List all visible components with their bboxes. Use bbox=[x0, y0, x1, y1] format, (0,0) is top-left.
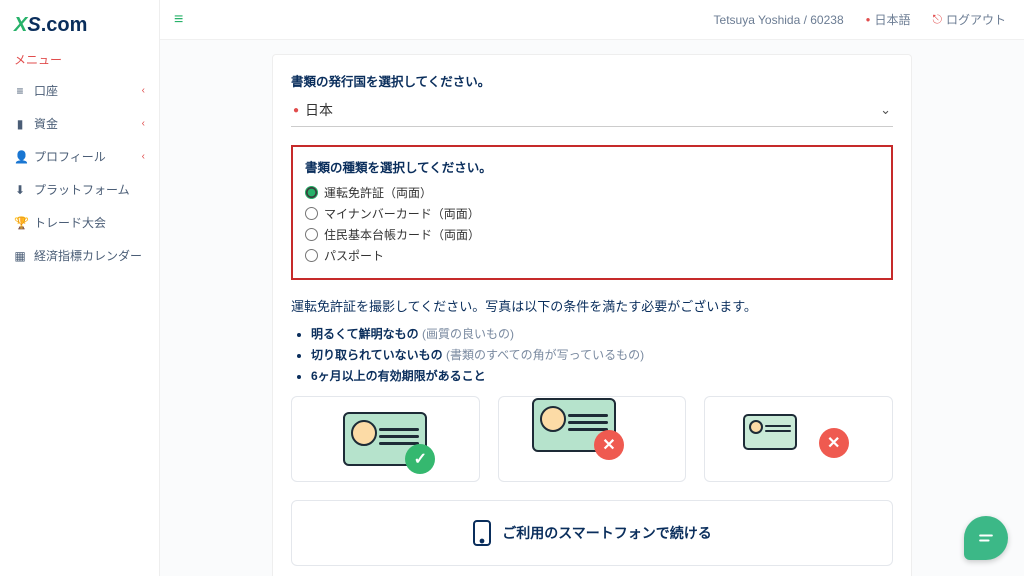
requirements-list: 明るくて鮮明なもの (画質の良いもの) 切り取られていないもの (書類のすべての… bbox=[291, 325, 893, 384]
continue-on-phone-button[interactable]: ご利用のスマートフォンで続ける bbox=[291, 500, 893, 566]
chat-icon bbox=[976, 528, 996, 548]
instruction-text: 運転免許証を撮影してください。写真は以下の条件を満たす必要がございます。 bbox=[291, 296, 893, 315]
requirement-item: 切り取られていないもの (書類のすべての角が写っているもの) bbox=[311, 346, 893, 363]
checkmark-icon: ✓ bbox=[405, 444, 435, 474]
required-dot-icon: ● bbox=[293, 105, 299, 116]
example-good: ✓ bbox=[291, 396, 480, 482]
chevron-left-icon: ‹ bbox=[142, 151, 145, 162]
sidebar-item-label: 口座 bbox=[34, 82, 58, 99]
sidebar-item-account[interactable]: ≡ 口座 ‹ bbox=[0, 74, 159, 107]
chevron-left-icon: ‹ bbox=[142, 85, 145, 96]
dot-icon: ● bbox=[866, 15, 871, 24]
radio-label: 住民基本台帳カード（両面） bbox=[324, 226, 480, 243]
radio-input[interactable] bbox=[305, 249, 318, 262]
example-images: ✓ ✕ bbox=[291, 396, 893, 482]
radio-input[interactable] bbox=[305, 207, 318, 220]
download-icon: ⬇ bbox=[14, 183, 26, 197]
logout-icon: ⎋ bbox=[932, 12, 942, 27]
radio-label: 運転免許証（両面） bbox=[324, 184, 432, 201]
cross-icon: ✕ bbox=[594, 430, 624, 460]
language-label: 日本語 bbox=[874, 11, 910, 28]
example-toosmall: ✕ bbox=[704, 396, 893, 482]
cross-icon: ✕ bbox=[819, 428, 849, 458]
id-card-icon bbox=[743, 414, 797, 450]
trophy-icon: 🏆 bbox=[14, 216, 26, 230]
radio-residence-card[interactable]: 住民基本台帳カード（両面） bbox=[305, 224, 879, 245]
radio-label: マイナンバーカード（両面） bbox=[324, 205, 480, 222]
wallet-icon: ▮ bbox=[14, 117, 26, 131]
main: ≡ Tetsuya Yoshida / 60238 ●日本語 ⎋ログアウト 書類… bbox=[160, 0, 1024, 576]
country-label: 書類の発行国を選択してください。 bbox=[291, 71, 893, 90]
radio-input[interactable] bbox=[305, 228, 318, 241]
country-select[interactable]: ● 日本 ⌄ bbox=[291, 96, 893, 127]
doctype-box: 書類の種類を選択してください。 運転免許証（両面） マイナンバーカード（両面） … bbox=[291, 145, 893, 280]
sidebar-item-contest[interactable]: 🏆 トレード大会 bbox=[0, 206, 159, 239]
chevron-left-icon: ‹ bbox=[142, 118, 145, 129]
doctype-radios: 運転免許証（両面） マイナンバーカード（両面） 住民基本台帳カード（両面） パス… bbox=[305, 182, 879, 266]
calendar-icon: ▦ bbox=[14, 249, 26, 263]
radio-label: パスポート bbox=[324, 247, 384, 264]
sidebar: XS.com メニュー ≡ 口座 ‹ ▮ 資金 ‹ 👤 プロフィール ‹ ⬇ プラットフ… bbox=[0, 0, 160, 576]
requirement-item: 6ヶ月以上の有効期限があること bbox=[311, 367, 893, 384]
list-icon: ≡ bbox=[14, 84, 26, 98]
menu-title: メニュー bbox=[0, 47, 159, 74]
logout-link[interactable]: ⎋ ログアウト bbox=[932, 11, 1006, 28]
content: 書類の発行国を選択してください。 ● 日本 ⌄ 書類の種類を選択してください。 … bbox=[160, 40, 1024, 576]
country-value: 日本 bbox=[305, 100, 880, 120]
id-card-icon: ✓ bbox=[343, 412, 427, 466]
sidebar-item-calendar[interactable]: ▦ 経済指標カレンダー bbox=[0, 239, 159, 272]
radio-mynumber[interactable]: マイナンバーカード（両面） bbox=[305, 203, 879, 224]
example-cropped: ✕ bbox=[498, 396, 687, 482]
logo[interactable]: XS.com bbox=[0, 8, 159, 47]
chevron-down-icon: ⌄ bbox=[880, 102, 891, 118]
sidebar-item-label: 経済指標カレンダー bbox=[34, 247, 142, 264]
language-switch[interactable]: ●日本語 bbox=[866, 11, 911, 28]
requirement-item: 明るくて鮮明なもの (画質の良いもの) bbox=[311, 325, 893, 342]
hamburger-icon[interactable]: ≡ bbox=[174, 11, 183, 29]
sidebar-item-label: 資金 bbox=[34, 115, 58, 132]
topbar: ≡ Tetsuya Yoshida / 60238 ●日本語 ⎋ ログアウト bbox=[160, 0, 1024, 40]
user-icon: 👤 bbox=[14, 150, 26, 164]
logout-label: ログアウト bbox=[946, 11, 1006, 28]
radio-drivers-license[interactable]: 運転免許証（両面） bbox=[305, 182, 879, 203]
sidebar-item-platform[interactable]: ⬇ プラットフォーム bbox=[0, 173, 159, 206]
sidebar-item-label: プラットフォーム bbox=[34, 181, 130, 198]
sidebar-item-profile[interactable]: 👤 プロフィール ‹ bbox=[0, 140, 159, 173]
doctype-label: 書類の種類を選択してください。 bbox=[305, 157, 879, 176]
phone-cta-label: ご利用のスマートフォンで続ける bbox=[502, 523, 712, 543]
smartphone-icon bbox=[472, 519, 492, 547]
sidebar-item-funds[interactable]: ▮ 資金 ‹ bbox=[0, 107, 159, 140]
upload-card: 書類の発行国を選択してください。 ● 日本 ⌄ 書類の種類を選択してください。 … bbox=[272, 54, 912, 576]
user-label[interactable]: Tetsuya Yoshida / 60238 bbox=[714, 13, 844, 27]
chat-bubble-button[interactable] bbox=[964, 516, 1008, 560]
radio-passport[interactable]: パスポート bbox=[305, 245, 879, 266]
sidebar-item-label: プロフィール bbox=[34, 148, 106, 165]
id-card-icon: ✕ bbox=[532, 398, 616, 452]
radio-input[interactable] bbox=[305, 186, 318, 199]
sidebar-item-label: トレード大会 bbox=[34, 214, 106, 231]
